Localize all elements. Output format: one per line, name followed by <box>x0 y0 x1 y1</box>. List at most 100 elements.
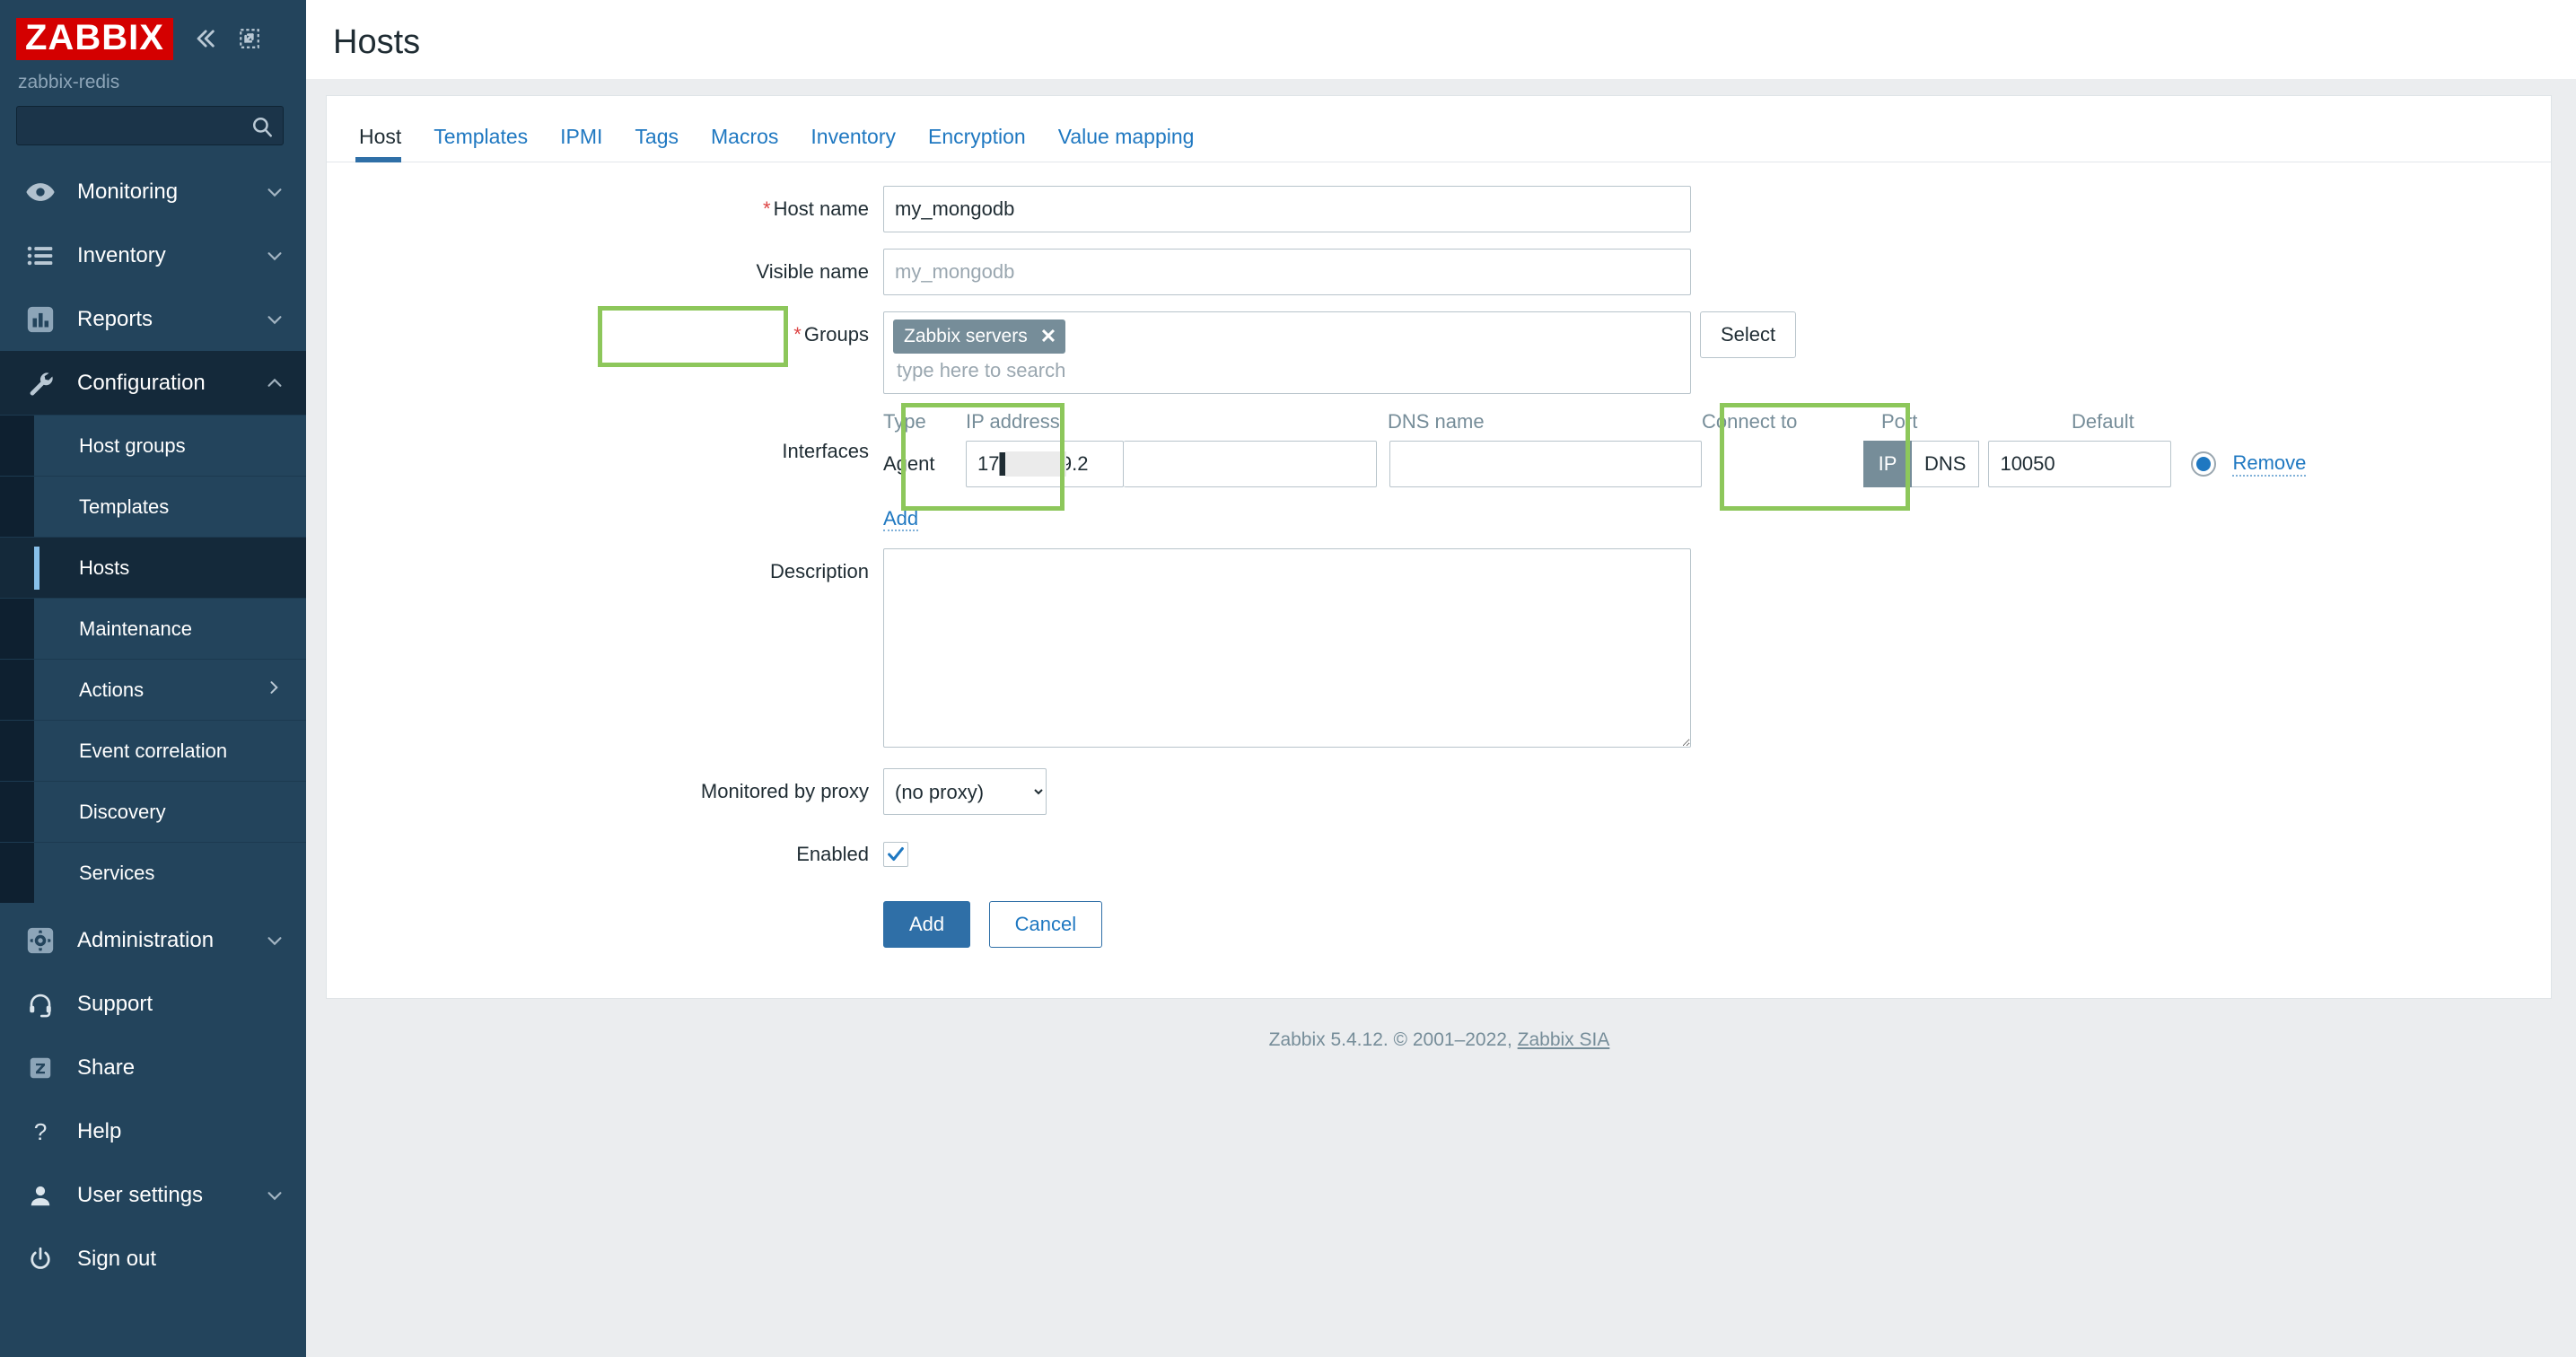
chevron-down-icon <box>265 182 285 202</box>
sidebar-item-help[interactable]: ? Help <box>0 1099 306 1163</box>
group-chip-zabbix-servers[interactable]: Zabbix servers ✕ <box>893 320 1066 354</box>
col-default: Default <box>2072 410 2134 433</box>
interfaces-header-row: Type IP address DNS name Connect to Port… <box>883 410 2551 433</box>
dns-name-input[interactable] <box>1389 441 1702 487</box>
sidebar-item-maintenance[interactable]: Maintenance <box>0 598 306 659</box>
col-dns-name: DNS name <box>1388 410 1485 433</box>
sidebar-item-discovery[interactable]: Discovery <box>0 781 306 842</box>
field-visible-name: Visible name <box>327 249 2551 295</box>
sidebar-item-sign-out[interactable]: Sign out <box>0 1227 306 1291</box>
search-input[interactable] <box>17 107 283 144</box>
sidebar-item-services[interactable]: Services <box>0 842 306 903</box>
enabled-checkbox[interactable] <box>883 842 908 867</box>
sidebar-subitem-label: Services <box>79 861 155 884</box>
sidebar-subitem-label: Hosts <box>79 556 130 579</box>
question-icon: ? <box>23 1116 57 1147</box>
sidebar-item-label: User settings <box>77 1182 204 1207</box>
col-type: Type <box>883 410 926 433</box>
tab-label: IPMI <box>560 125 603 148</box>
configuration-submenu: Host groups Templates Hosts Maintenance … <box>0 415 306 903</box>
sidebar-item-event-correlation[interactable]: Event correlation <box>0 720 306 781</box>
zabbix-logo[interactable]: ZABBIX <box>16 17 173 60</box>
footer-link-zabbix-sia[interactable]: Zabbix SIA <box>1518 1029 1610 1050</box>
connect-to-dns-option[interactable]: DNS <box>1912 441 1980 487</box>
sidebar-item-label: Inventory <box>77 242 166 267</box>
select-button[interactable]: Select <box>1700 311 1797 358</box>
tab-inventory[interactable]: Inventory <box>794 125 912 162</box>
wrench-icon <box>23 368 57 398</box>
sidebar-item-host-groups[interactable]: Host groups <box>0 415 306 476</box>
zabbix-z-icon <box>23 1053 57 1083</box>
default-radio[interactable] <box>2191 451 2217 477</box>
list-icon <box>23 241 57 271</box>
sidebar-item-label: Help <box>77 1118 122 1143</box>
tab-label: Macros <box>711 125 779 148</box>
host-form: *Host name Visible name <box>327 162 2551 998</box>
remove-interface-link[interactable]: Remove <box>2232 451 2307 477</box>
sidebar-item-templates[interactable]: Templates <box>0 476 306 537</box>
power-icon <box>23 1244 57 1274</box>
connect-to-ip-option[interactable]: IP <box>1863 441 1912 487</box>
proxy-label: Monitored by proxy <box>700 780 869 802</box>
label-text: Groups <box>803 323 869 346</box>
port-input[interactable] <box>1988 441 2172 487</box>
sidebar-subitem-label: Event correlation <box>79 739 228 762</box>
description-label: Description <box>769 560 869 582</box>
search-icon[interactable] <box>250 115 274 138</box>
sidebar-item-user-settings[interactable]: User settings <box>0 1163 306 1227</box>
connect-to-toggle: IP DNS <box>1863 441 1980 487</box>
tab-tags[interactable]: Tags <box>618 125 695 162</box>
page-title: Hosts <box>333 23 421 61</box>
close-icon[interactable]: ✕ <box>1040 325 1056 348</box>
sidebar-item-configuration[interactable]: Configuration <box>0 351 306 415</box>
field-interfaces: Interfaces Type IP address DNS name Conn… <box>327 403 2551 531</box>
tab-macros[interactable]: Macros <box>695 125 794 162</box>
tab-label: Inventory <box>810 125 897 148</box>
collapse-arrow-icon[interactable] <box>236 25 263 52</box>
groups-search-placeholder[interactable]: type here to search <box>893 354 1681 382</box>
groups-multiselect[interactable]: Zabbix servers ✕ type here to search <box>883 311 1691 394</box>
field-proxy: Monitored by proxy (no proxy) <box>327 768 2551 815</box>
double-chevron-left-icon[interactable] <box>191 25 218 52</box>
interface-row: Agent IP <box>883 441 2551 487</box>
chip-label: Zabbix servers <box>904 326 1028 346</box>
server-name-label: zabbix-redis <box>18 72 120 92</box>
tab-label: Value mapping <box>1057 125 1195 148</box>
sidebar-item-actions[interactable]: Actions <box>0 659 306 720</box>
add-interface-link[interactable]: Add <box>883 507 919 531</box>
chevron-up-icon <box>265 373 285 393</box>
required-asterisk: * <box>793 323 802 346</box>
field-host-name: * Host name <box>327 186 2551 232</box>
search-box[interactable] <box>16 106 284 145</box>
tab-ipmi[interactable]: IPMI <box>544 125 618 162</box>
main-content: Hosts Host Templates IPMI Tags Macros In… <box>306 0 2576 1357</box>
ip-redaction-mask <box>1005 451 1066 477</box>
footer-text: Zabbix 5.4.12. © 2001–2022, <box>1268 1029 1518 1050</box>
ip-address-overflow-input[interactable] <box>1124 441 1377 487</box>
sidebar-search-wrap <box>0 93 306 154</box>
add-button[interactable]: Add <box>883 901 971 948</box>
sidebar-item-label: Administration <box>77 927 215 952</box>
sidebar-item-hosts[interactable]: Hosts <box>0 537 306 598</box>
cancel-button[interactable]: Cancel <box>988 901 1103 948</box>
proxy-select[interactable]: (no proxy) <box>883 768 1047 815</box>
sidebar-subitem-label: Maintenance <box>79 617 192 640</box>
tab-value-mapping[interactable]: Value mapping <box>1042 125 1211 162</box>
visible-name-input[interactable] <box>883 249 1691 295</box>
tab-host[interactable]: Host <box>355 125 417 162</box>
sidebar-item-reports[interactable]: Reports <box>0 287 306 351</box>
host-name-input[interactable] <box>883 186 1691 232</box>
tab-templates[interactable]: Templates <box>417 125 544 162</box>
tab-encryption[interactable]: Encryption <box>912 125 1042 162</box>
sidebar-item-share[interactable]: Share <box>0 1036 306 1099</box>
sidebar-item-monitoring[interactable]: Monitoring <box>0 160 306 223</box>
eye-icon <box>23 177 57 207</box>
chevron-down-icon <box>265 246 285 266</box>
gear-icon <box>23 925 57 956</box>
sidebar-item-administration[interactable]: Administration <box>0 908 306 972</box>
description-textarea[interactable] <box>883 548 1691 748</box>
host-form-card: Host Templates IPMI Tags Macros Inventor… <box>326 95 2552 999</box>
sidebar-item-inventory[interactable]: Inventory <box>0 223 306 287</box>
sidebar-item-label: Monitoring <box>77 179 179 204</box>
sidebar-item-support[interactable]: Support <box>0 972 306 1036</box>
